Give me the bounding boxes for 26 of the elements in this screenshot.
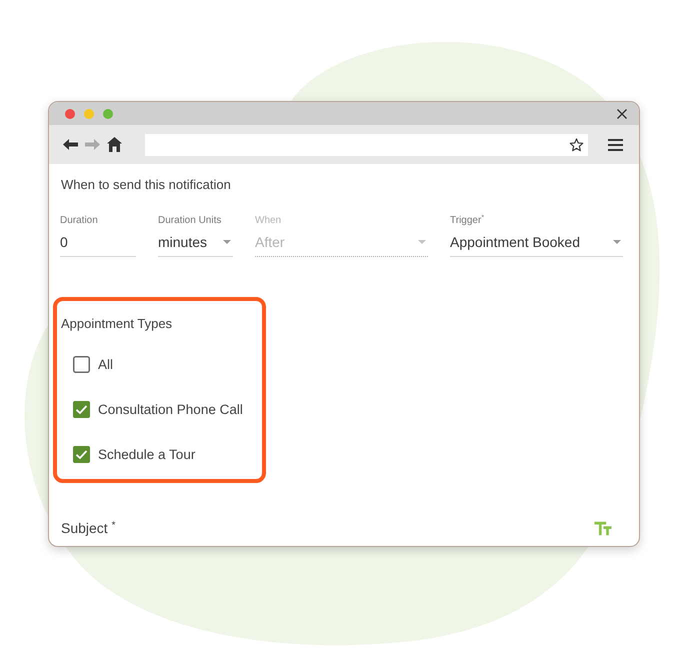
checkbox[interactable] <box>73 401 90 418</box>
address-field[interactable] <box>145 134 588 156</box>
checkbox-label[interactable]: All <box>98 356 114 373</box>
subject-label: Subject $^{*}$ <box>61 519 116 537</box>
field-label: Duration <box>60 215 98 227</box>
caret-icon <box>418 240 426 244</box>
checkbox[interactable] <box>73 446 90 463</box>
checkbox-label[interactable]: Schedule a Tour <box>98 446 196 463</box>
field-label: When <box>255 215 282 227</box>
home-icon[interactable] <box>107 137 122 152</box>
checkbox-label[interactable]: Consultation Phone Call <box>98 401 243 418</box>
select-field[interactable]: minutes <box>158 231 233 257</box>
section-heading: When to send this notification <box>60 177 232 193</box>
back-arrow-icon[interactable] <box>63 139 78 150</box>
field-label: Trigger$^{*}$ <box>450 215 484 227</box>
caret-icon <box>223 240 231 244</box>
input-field[interactable]: 0 <box>60 231 136 257</box>
checkbox[interactable] <box>73 356 90 373</box>
menu-icon[interactable] <box>608 138 623 150</box>
group-title: Appointment Types <box>61 316 172 332</box>
star-icon[interactable] <box>569 138 584 152</box>
text-format-icon[interactable] <box>594 520 612 536</box>
select-field[interactable]: Appointment Booked <box>450 231 623 257</box>
close-button[interactable] <box>617 108 627 118</box>
caret-icon <box>613 240 621 244</box>
field-label: Duration Units <box>158 215 222 227</box>
